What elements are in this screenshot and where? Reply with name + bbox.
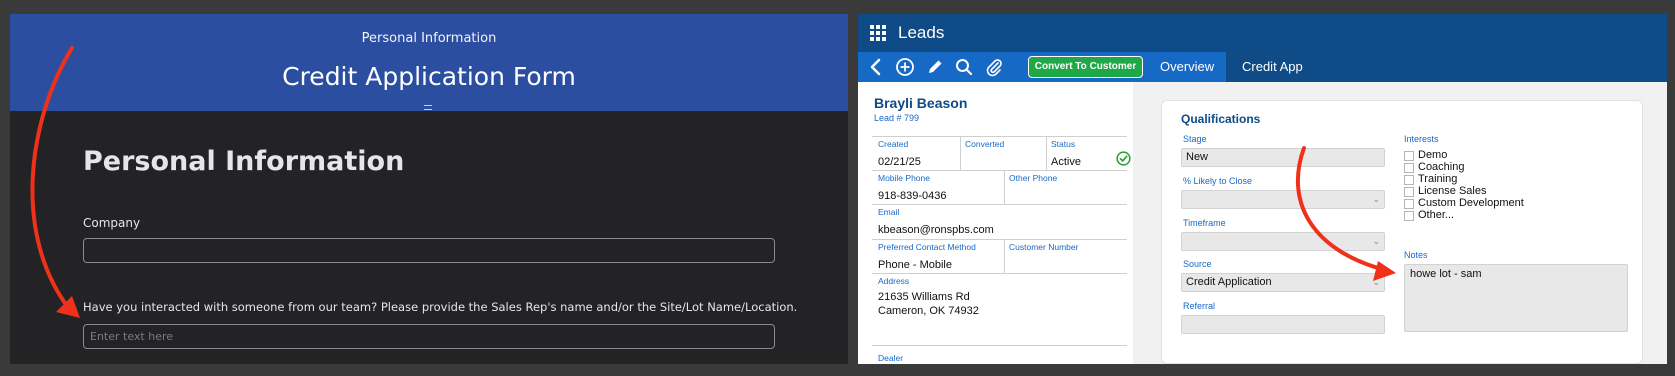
divider bbox=[872, 204, 1127, 205]
address-label: Address bbox=[878, 276, 910, 286]
checkbox[interactable] bbox=[1404, 187, 1414, 197]
created-value: 02/21/25 bbox=[878, 156, 921, 168]
section-title: Personal Information bbox=[83, 146, 405, 177]
header-subtitle: Personal Information bbox=[361, 31, 497, 46]
other-phone-label: Other Phone bbox=[1009, 173, 1058, 183]
checkbox[interactable] bbox=[1404, 151, 1414, 161]
menu-icon[interactable] bbox=[424, 105, 432, 110]
chevron-down-icon: ⌄ bbox=[1372, 194, 1380, 204]
record-tabs: Overview Credit App bbox=[1148, 52, 1667, 82]
notes-textarea[interactable]: howe lot - sam bbox=[1404, 264, 1628, 332]
interest-label: Other... bbox=[1418, 209, 1455, 221]
divider bbox=[872, 170, 1127, 171]
timeframe-select[interactable]: ⌄ bbox=[1181, 232, 1385, 251]
mobile-phone-label: Mobile Phone bbox=[878, 173, 930, 183]
checkbox[interactable] bbox=[1404, 211, 1414, 221]
divider bbox=[872, 136, 1127, 137]
email-label: Email bbox=[878, 207, 900, 217]
active-check-icon bbox=[1116, 151, 1131, 166]
customer-number-label: Customer Number bbox=[1009, 242, 1079, 252]
stage-label: Stage bbox=[1183, 134, 1207, 144]
preferred-contact-label: Preferred Contact Method bbox=[878, 242, 976, 252]
preferred-contact-value: Phone - Mobile bbox=[878, 259, 952, 271]
interest-label: Coaching bbox=[1418, 161, 1465, 173]
status-label: Status bbox=[1051, 139, 1076, 149]
divider bbox=[1046, 136, 1047, 170]
mobile-phone-value: 918-839-0436 bbox=[878, 190, 947, 202]
lead-name: Brayli Beason bbox=[874, 95, 968, 111]
form-header: Personal Information Credit Application … bbox=[10, 14, 848, 111]
notes-label: Notes bbox=[1404, 250, 1428, 260]
tab-overview[interactable]: Overview bbox=[1148, 52, 1227, 82]
notes-value: howe lot - sam bbox=[1410, 268, 1482, 280]
app-topbar: Leads bbox=[858, 14, 1667, 52]
interest-label: Demo bbox=[1418, 149, 1448, 161]
divider bbox=[960, 136, 961, 170]
chevron-down-icon: ⌄ bbox=[1372, 277, 1380, 287]
lead-number: Lead # 799 bbox=[874, 113, 920, 123]
timeframe-label: Timeframe bbox=[1183, 218, 1226, 228]
source-value: Credit Application bbox=[1186, 276, 1272, 288]
created-label: Created bbox=[878, 139, 909, 149]
divider bbox=[1004, 170, 1005, 204]
divider bbox=[1004, 239, 1005, 273]
stage-value: New bbox=[1186, 151, 1209, 163]
search-icon[interactable] bbox=[954, 57, 974, 77]
convert-to-customer-button[interactable]: Convert To Customer bbox=[1028, 56, 1143, 78]
tab-credit-app[interactable]: Credit App bbox=[1230, 52, 1315, 82]
interest-label: Custom Development bbox=[1418, 197, 1524, 209]
divider bbox=[872, 273, 1127, 274]
record-toolbar: Convert To Customer bbox=[858, 52, 1148, 82]
leads-crm-panel: Leads Convert To Customer Overview Credi… bbox=[858, 14, 1667, 364]
add-icon[interactable] bbox=[895, 57, 915, 77]
form-title: Credit Application Form bbox=[282, 62, 576, 91]
credit-application-form-panel: Personal Information Credit Application … bbox=[10, 14, 848, 364]
column-gutter bbox=[1133, 82, 1151, 364]
likely-to-close-label: % Likely to Close bbox=[1183, 176, 1253, 186]
sales-rep-input[interactable] bbox=[83, 324, 775, 349]
company-label: Company bbox=[83, 216, 141, 230]
stage-select[interactable]: New bbox=[1181, 148, 1385, 167]
chevron-down-icon: ⌄ bbox=[1372, 236, 1380, 246]
checkbox[interactable] bbox=[1404, 175, 1414, 185]
converted-label: Converted bbox=[965, 139, 1005, 149]
address-line-1: 21635 Williams Rd bbox=[878, 291, 970, 303]
back-icon[interactable] bbox=[866, 57, 886, 77]
interests-label: Interests bbox=[1404, 134, 1439, 144]
divider bbox=[872, 239, 1127, 240]
apps-grid-icon[interactable] bbox=[870, 25, 886, 41]
sales-rep-question-label: Have you interacted with someone from ou… bbox=[83, 300, 798, 314]
email-value: kbeason@ronspbs.com bbox=[878, 224, 994, 236]
edit-pencil-icon[interactable] bbox=[925, 57, 945, 77]
status-value: Active bbox=[1051, 156, 1081, 168]
qualifications-title: Qualifications bbox=[1181, 112, 1261, 126]
app-title: Leads bbox=[898, 23, 945, 42]
source-select[interactable]: Credit Application ⌄ bbox=[1181, 273, 1385, 292]
address-line-2: Cameron, OK 74932 bbox=[878, 305, 979, 317]
divider bbox=[872, 345, 1127, 346]
likely-to-close-select[interactable]: ⌄ bbox=[1181, 190, 1385, 209]
referral-label: Referral bbox=[1183, 301, 1216, 311]
attachment-paperclip-icon[interactable] bbox=[984, 57, 1004, 77]
referral-input[interactable] bbox=[1181, 315, 1385, 334]
checkbox[interactable] bbox=[1404, 163, 1414, 173]
dealer-label: Dealer bbox=[878, 353, 904, 363]
lead-info-column: Brayli Beason Lead # 799 Created 02/21/2… bbox=[858, 82, 1133, 364]
company-input[interactable] bbox=[83, 238, 775, 263]
checkbox[interactable] bbox=[1404, 199, 1414, 209]
interest-label: Training bbox=[1418, 173, 1458, 185]
interest-label: License Sales bbox=[1418, 185, 1487, 197]
source-label: Source bbox=[1183, 259, 1212, 269]
